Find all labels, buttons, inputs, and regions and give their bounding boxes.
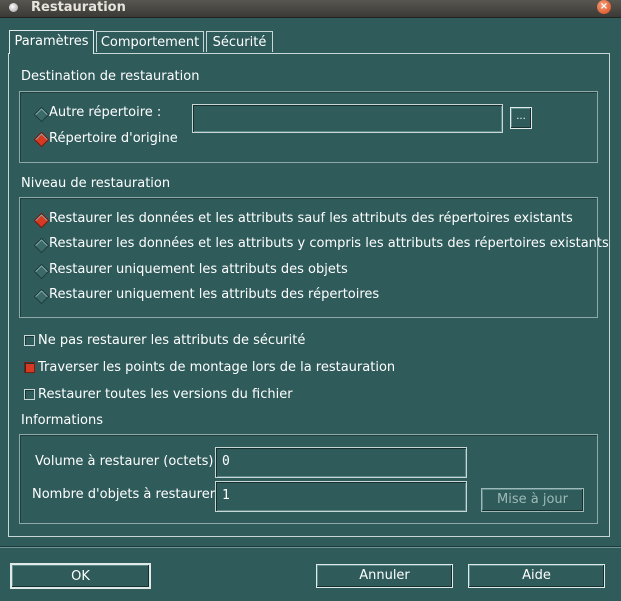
title-bar: Restauration ×: [0, 0, 621, 18]
radio-label-autre-repertoire[interactable]: Autre répertoire :: [49, 105, 161, 120]
tab-parametres[interactable]: Paramètres: [9, 30, 94, 54]
niveau-heading: Niveau de restauration: [21, 176, 171, 191]
checkbox-points-montage[interactable]: [24, 362, 35, 373]
checkbox-securite[interactable]: [24, 335, 35, 346]
objets-field: 1: [215, 481, 467, 512]
destination-heading: Destination de restauration: [21, 69, 200, 84]
ok-button[interactable]: OK: [10, 563, 151, 589]
radio-label-repertoire-origine[interactable]: Répertoire d'origine: [49, 131, 178, 146]
help-button[interactable]: Aide: [468, 564, 605, 588]
radio-label-niveau-4[interactable]: Restaurer uniquement les attributs des r…: [49, 287, 379, 302]
radio-label-niveau-2[interactable]: Restaurer les données et les attributs y…: [49, 236, 609, 251]
app-icon: [9, 3, 18, 12]
checkbox-label-versions[interactable]: Restaurer toutes les versions du fichier: [38, 387, 293, 402]
checkbox-label-securite[interactable]: Ne pas restaurer les attributs de sécuri…: [38, 333, 305, 348]
update-button[interactable]: Mise à jour: [481, 488, 584, 512]
cancel-button[interactable]: Annuler: [316, 564, 453, 588]
radio-label-niveau-3[interactable]: Restaurer uniquement les attributs des o…: [49, 262, 348, 277]
checkbox-label-points-montage[interactable]: Traverser les points de montage lors de …: [38, 360, 395, 375]
footer-separator-highlight: [0, 547, 621, 548]
path-input[interactable]: [192, 104, 503, 133]
checkbox-versions[interactable]: [24, 389, 35, 400]
volume-field: 0: [215, 447, 467, 478]
close-icon[interactable]: ×: [597, 0, 611, 14]
volume-label: Volume à restaurer (octets) :: [35, 454, 222, 469]
tab-securite[interactable]: Sécurité: [206, 31, 273, 52]
tab-comportement[interactable]: Comportement: [96, 31, 204, 52]
window-title: Restauration: [31, 0, 126, 15]
browse-button[interactable]: ...: [510, 107, 532, 129]
objets-label: Nombre d'objets à restaurer :: [32, 487, 224, 502]
radio-label-niveau-1[interactable]: Restaurer les données et les attributs s…: [49, 211, 573, 226]
informations-heading: Informations: [21, 413, 104, 428]
